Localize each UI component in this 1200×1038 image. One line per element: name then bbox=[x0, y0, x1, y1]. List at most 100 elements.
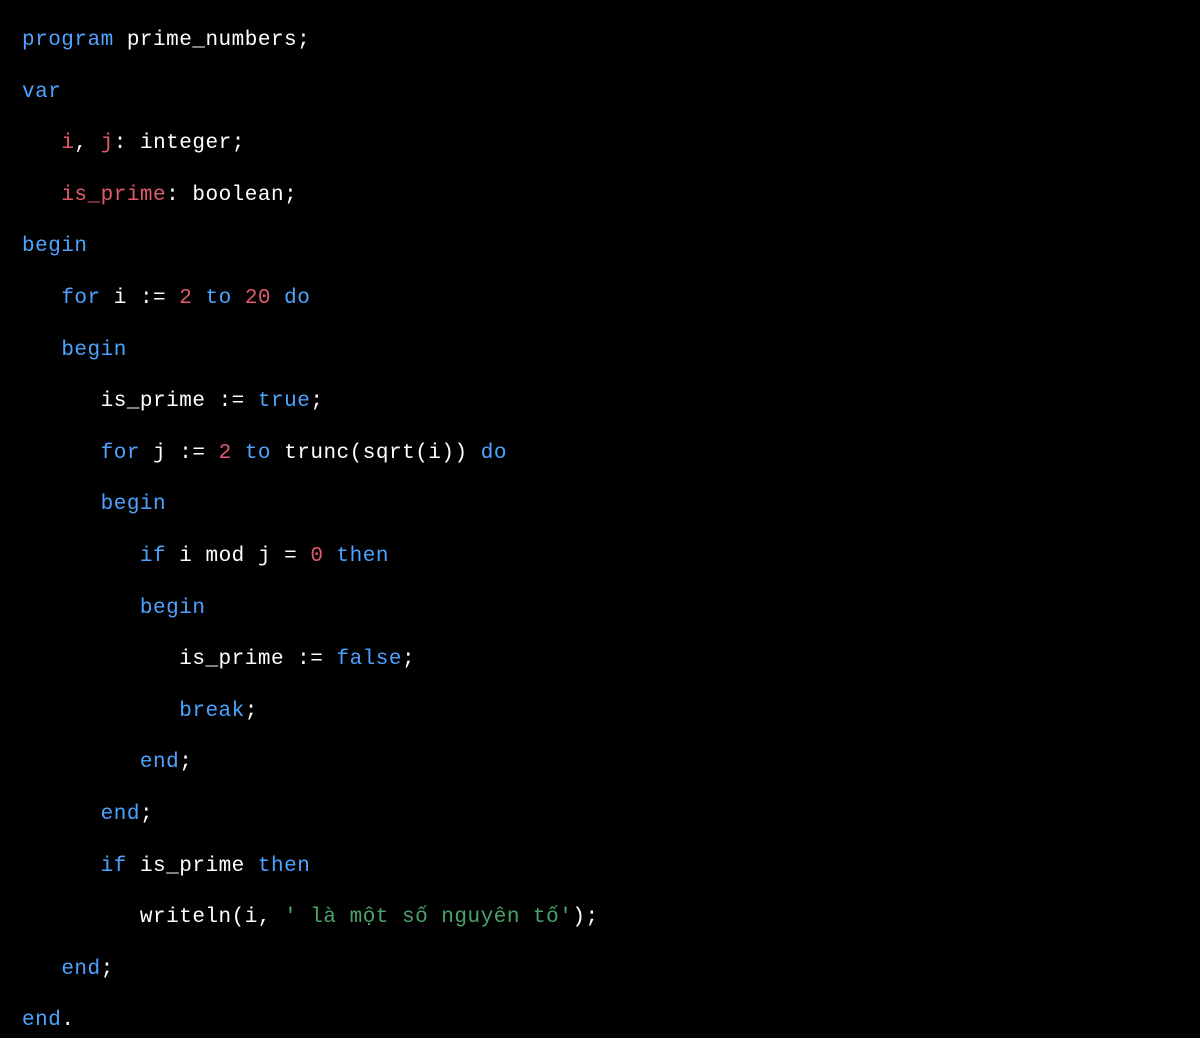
space bbox=[192, 287, 205, 310]
keyword-to: to bbox=[245, 442, 271, 465]
code-line-6: for i := 2 to 20 do bbox=[22, 282, 1178, 316]
var-i: i bbox=[245, 906, 258, 929]
semicolon: ; bbox=[297, 29, 310, 52]
semicolon: ; bbox=[284, 184, 297, 207]
keyword-then: then bbox=[337, 545, 389, 568]
space bbox=[114, 29, 127, 52]
type-integer: integer bbox=[140, 132, 232, 155]
keyword-var: var bbox=[22, 81, 61, 104]
code-line-12: begin bbox=[22, 592, 1178, 626]
keyword-do: do bbox=[481, 442, 507, 465]
var-j: j bbox=[258, 545, 271, 568]
keyword-begin: begin bbox=[101, 493, 167, 516]
indent bbox=[22, 442, 101, 465]
func-writeln: writeln bbox=[140, 906, 232, 929]
space bbox=[205, 390, 218, 413]
indent bbox=[22, 803, 101, 826]
space bbox=[323, 545, 336, 568]
space bbox=[284, 648, 297, 671]
paren-close: ) bbox=[441, 442, 454, 465]
space bbox=[101, 287, 114, 310]
type-boolean: boolean bbox=[192, 184, 284, 207]
indent bbox=[22, 597, 140, 620]
code-block: program prime_numbers; var i, j: integer… bbox=[22, 24, 1178, 1038]
space bbox=[271, 545, 284, 568]
var-is-prime: is_prime bbox=[101, 390, 206, 413]
code-line-8: is_prime := true; bbox=[22, 385, 1178, 419]
bool-false: false bbox=[337, 648, 403, 671]
indent bbox=[22, 390, 101, 413]
code-line-4: is_prime: boolean; bbox=[22, 179, 1178, 213]
keyword-if: if bbox=[101, 855, 127, 878]
number-0: 0 bbox=[310, 545, 323, 568]
semicolon: ; bbox=[140, 803, 153, 826]
indent bbox=[22, 751, 140, 774]
var-j: j bbox=[101, 132, 114, 155]
semicolon: ; bbox=[310, 390, 323, 413]
keyword-if: if bbox=[140, 545, 166, 568]
assign-op: := bbox=[179, 442, 205, 465]
space bbox=[127, 855, 140, 878]
indent bbox=[22, 339, 61, 362]
var-i: i bbox=[114, 287, 127, 310]
code-line-20: end. bbox=[22, 1004, 1178, 1038]
var-i: i bbox=[428, 442, 441, 465]
paren-close: ) bbox=[455, 442, 468, 465]
indent bbox=[22, 648, 179, 671]
var-is-prime: is_prime bbox=[179, 648, 284, 671]
indent bbox=[22, 545, 140, 568]
var-is-prime: is_prime bbox=[61, 184, 166, 207]
space bbox=[245, 545, 258, 568]
code-line-18: writeln(i, ' là một số nguyên tố'); bbox=[22, 901, 1178, 935]
code-line-15: end; bbox=[22, 746, 1178, 780]
assign-op: := bbox=[297, 648, 323, 671]
paren-open: ( bbox=[350, 442, 363, 465]
code-line-5: begin bbox=[22, 230, 1178, 264]
comma: , bbox=[74, 132, 100, 155]
semicolon: ; bbox=[101, 958, 114, 981]
space bbox=[323, 648, 336, 671]
code-line-3: i, j: integer; bbox=[22, 127, 1178, 161]
indent bbox=[22, 700, 179, 723]
space bbox=[468, 442, 481, 465]
code-line-1: program prime_numbers; bbox=[22, 24, 1178, 58]
keyword-begin: begin bbox=[140, 597, 206, 620]
program-name: prime_numbers bbox=[127, 29, 297, 52]
code-line-16: end; bbox=[22, 798, 1178, 832]
keyword-for: for bbox=[61, 287, 100, 310]
var-is-prime: is_prime bbox=[140, 855, 245, 878]
indent bbox=[22, 287, 61, 310]
space bbox=[140, 442, 153, 465]
space bbox=[127, 287, 140, 310]
keyword-end: end bbox=[101, 803, 140, 826]
paren-close: ) bbox=[572, 906, 585, 929]
code-line-7: begin bbox=[22, 334, 1178, 368]
paren-open: ( bbox=[232, 906, 245, 929]
space bbox=[297, 545, 310, 568]
var-i: i bbox=[179, 545, 192, 568]
code-line-19: end; bbox=[22, 953, 1178, 987]
assign-op: := bbox=[219, 390, 245, 413]
number-2: 2 bbox=[179, 287, 192, 310]
semicolon: ; bbox=[179, 751, 192, 774]
paren-open: ( bbox=[415, 442, 428, 465]
keyword-program: program bbox=[22, 29, 114, 52]
code-line-2: var bbox=[22, 76, 1178, 110]
keyword-for: for bbox=[101, 442, 140, 465]
keyword-end: end bbox=[22, 1009, 61, 1032]
space bbox=[166, 442, 179, 465]
keyword-end: end bbox=[61, 958, 100, 981]
space bbox=[245, 855, 258, 878]
keyword-break: break bbox=[179, 700, 245, 723]
keyword-begin: begin bbox=[22, 235, 88, 258]
keyword-end: end bbox=[140, 751, 179, 774]
indent bbox=[22, 132, 61, 155]
code-line-10: begin bbox=[22, 488, 1178, 522]
code-line-11: if i mod j = 0 then bbox=[22, 540, 1178, 574]
space bbox=[245, 390, 258, 413]
number-20: 20 bbox=[245, 287, 271, 310]
var-j: j bbox=[153, 442, 166, 465]
space bbox=[192, 545, 205, 568]
keyword-begin: begin bbox=[61, 339, 127, 362]
indent bbox=[22, 184, 61, 207]
